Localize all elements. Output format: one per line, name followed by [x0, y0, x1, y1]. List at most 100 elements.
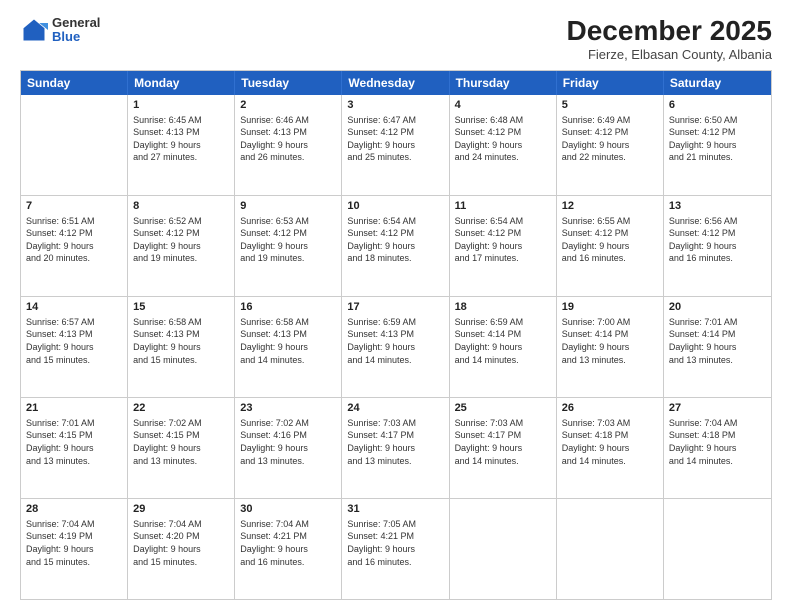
day-number: 1: [133, 98, 229, 113]
calendar-cell: 19Sunrise: 7:00 AM Sunset: 4:14 PM Dayli…: [557, 297, 664, 397]
calendar-cell: 18Sunrise: 6:59 AM Sunset: 4:14 PM Dayli…: [450, 297, 557, 397]
calendar-cell: 17Sunrise: 6:59 AM Sunset: 4:13 PM Dayli…: [342, 297, 449, 397]
calendar-cell: 22Sunrise: 7:02 AM Sunset: 4:15 PM Dayli…: [128, 398, 235, 498]
calendar-cell: 16Sunrise: 6:58 AM Sunset: 4:13 PM Dayli…: [235, 297, 342, 397]
day-info: Sunrise: 6:54 AM Sunset: 4:12 PM Dayligh…: [455, 215, 551, 265]
calendar-cell: 26Sunrise: 7:03 AM Sunset: 4:18 PM Dayli…: [557, 398, 664, 498]
day-info: Sunrise: 7:01 AM Sunset: 4:15 PM Dayligh…: [26, 417, 122, 467]
calendar-row: 1Sunrise: 6:45 AM Sunset: 4:13 PM Daylig…: [21, 95, 771, 196]
day-number: 3: [347, 98, 443, 113]
day-number: 29: [133, 502, 229, 517]
day-number: 31: [347, 502, 443, 517]
calendar-cell: 27Sunrise: 7:04 AM Sunset: 4:18 PM Dayli…: [664, 398, 771, 498]
day-info: Sunrise: 7:02 AM Sunset: 4:16 PM Dayligh…: [240, 417, 336, 467]
logo-icon: [20, 16, 48, 44]
calendar-cell: 20Sunrise: 7:01 AM Sunset: 4:14 PM Dayli…: [664, 297, 771, 397]
calendar-row: 14Sunrise: 6:57 AM Sunset: 4:13 PM Dayli…: [21, 297, 771, 398]
day-info: Sunrise: 7:04 AM Sunset: 4:21 PM Dayligh…: [240, 518, 336, 568]
calendar-cell: 9Sunrise: 6:53 AM Sunset: 4:12 PM Daylig…: [235, 196, 342, 296]
day-info: Sunrise: 6:57 AM Sunset: 4:13 PM Dayligh…: [26, 316, 122, 366]
day-number: 4: [455, 98, 551, 113]
calendar: SundayMondayTuesdayWednesdayThursdayFrid…: [20, 70, 772, 600]
calendar-cell: 10Sunrise: 6:54 AM Sunset: 4:12 PM Dayli…: [342, 196, 449, 296]
calendar-cell: 11Sunrise: 6:54 AM Sunset: 4:12 PM Dayli…: [450, 196, 557, 296]
day-number: 30: [240, 502, 336, 517]
day-info: Sunrise: 6:46 AM Sunset: 4:13 PM Dayligh…: [240, 114, 336, 164]
day-number: 20: [669, 300, 766, 315]
day-info: Sunrise: 6:50 AM Sunset: 4:12 PM Dayligh…: [669, 114, 766, 164]
day-number: 10: [347, 199, 443, 214]
calendar-row: 7Sunrise: 6:51 AM Sunset: 4:12 PM Daylig…: [21, 196, 771, 297]
calendar-cell: 1Sunrise: 6:45 AM Sunset: 4:13 PM Daylig…: [128, 95, 235, 195]
calendar-cell: 30Sunrise: 7:04 AM Sunset: 4:21 PM Dayli…: [235, 499, 342, 599]
calendar-cell: 28Sunrise: 7:04 AM Sunset: 4:19 PM Dayli…: [21, 499, 128, 599]
day-number: 8: [133, 199, 229, 214]
calendar-cell: [450, 499, 557, 599]
logo-text: General Blue: [52, 16, 100, 45]
calendar-row: 28Sunrise: 7:04 AM Sunset: 4:19 PM Dayli…: [21, 499, 771, 599]
calendar-cell: [664, 499, 771, 599]
calendar-header-cell: Friday: [557, 71, 664, 95]
day-number: 16: [240, 300, 336, 315]
calendar-cell: 5Sunrise: 6:49 AM Sunset: 4:12 PM Daylig…: [557, 95, 664, 195]
day-number: 21: [26, 401, 122, 416]
calendar-cell: 4Sunrise: 6:48 AM Sunset: 4:12 PM Daylig…: [450, 95, 557, 195]
day-info: Sunrise: 7:04 AM Sunset: 4:19 PM Dayligh…: [26, 518, 122, 568]
day-number: 18: [455, 300, 551, 315]
calendar-header-cell: Wednesday: [342, 71, 449, 95]
day-info: Sunrise: 7:04 AM Sunset: 4:18 PM Dayligh…: [669, 417, 766, 467]
calendar-cell: 3Sunrise: 6:47 AM Sunset: 4:12 PM Daylig…: [342, 95, 449, 195]
day-info: Sunrise: 6:59 AM Sunset: 4:14 PM Dayligh…: [455, 316, 551, 366]
calendar-cell: 24Sunrise: 7:03 AM Sunset: 4:17 PM Dayli…: [342, 398, 449, 498]
day-number: 22: [133, 401, 229, 416]
calendar-cell: 21Sunrise: 7:01 AM Sunset: 4:15 PM Dayli…: [21, 398, 128, 498]
calendar-header-cell: Tuesday: [235, 71, 342, 95]
calendar-cell: 31Sunrise: 7:05 AM Sunset: 4:21 PM Dayli…: [342, 499, 449, 599]
day-info: Sunrise: 6:45 AM Sunset: 4:13 PM Dayligh…: [133, 114, 229, 164]
calendar-cell: 15Sunrise: 6:58 AM Sunset: 4:13 PM Dayli…: [128, 297, 235, 397]
calendar-cell: 2Sunrise: 6:46 AM Sunset: 4:13 PM Daylig…: [235, 95, 342, 195]
day-info: Sunrise: 6:52 AM Sunset: 4:12 PM Dayligh…: [133, 215, 229, 265]
day-info: Sunrise: 6:47 AM Sunset: 4:12 PM Dayligh…: [347, 114, 443, 164]
day-number: 7: [26, 199, 122, 214]
calendar-cell: 23Sunrise: 7:02 AM Sunset: 4:16 PM Dayli…: [235, 398, 342, 498]
logo: General Blue: [20, 16, 100, 45]
day-number: 9: [240, 199, 336, 214]
day-info: Sunrise: 7:00 AM Sunset: 4:14 PM Dayligh…: [562, 316, 658, 366]
calendar-header-cell: Thursday: [450, 71, 557, 95]
day-info: Sunrise: 6:51 AM Sunset: 4:12 PM Dayligh…: [26, 215, 122, 265]
day-number: 5: [562, 98, 658, 113]
logo-general: General: [52, 16, 100, 30]
day-number: 6: [669, 98, 766, 113]
day-number: 28: [26, 502, 122, 517]
day-number: 25: [455, 401, 551, 416]
day-info: Sunrise: 6:55 AM Sunset: 4:12 PM Dayligh…: [562, 215, 658, 265]
calendar-cell: 14Sunrise: 6:57 AM Sunset: 4:13 PM Dayli…: [21, 297, 128, 397]
day-info: Sunrise: 6:49 AM Sunset: 4:12 PM Dayligh…: [562, 114, 658, 164]
header: General Blue December 2025 Fierze, Elbas…: [20, 16, 772, 62]
calendar-cell: 12Sunrise: 6:55 AM Sunset: 4:12 PM Dayli…: [557, 196, 664, 296]
day-info: Sunrise: 6:58 AM Sunset: 4:13 PM Dayligh…: [133, 316, 229, 366]
day-number: 13: [669, 199, 766, 214]
day-number: 12: [562, 199, 658, 214]
calendar-cell: 29Sunrise: 7:04 AM Sunset: 4:20 PM Dayli…: [128, 499, 235, 599]
calendar-cell: 13Sunrise: 6:56 AM Sunset: 4:12 PM Dayli…: [664, 196, 771, 296]
day-info: Sunrise: 7:03 AM Sunset: 4:17 PM Dayligh…: [347, 417, 443, 467]
day-number: 27: [669, 401, 766, 416]
day-info: Sunrise: 6:59 AM Sunset: 4:13 PM Dayligh…: [347, 316, 443, 366]
calendar-cell: 7Sunrise: 6:51 AM Sunset: 4:12 PM Daylig…: [21, 196, 128, 296]
calendar-cell: [21, 95, 128, 195]
day-info: Sunrise: 6:48 AM Sunset: 4:12 PM Dayligh…: [455, 114, 551, 164]
day-number: 11: [455, 199, 551, 214]
calendar-row: 21Sunrise: 7:01 AM Sunset: 4:15 PM Dayli…: [21, 398, 771, 499]
day-number: 23: [240, 401, 336, 416]
calendar-header: SundayMondayTuesdayWednesdayThursdayFrid…: [21, 71, 771, 95]
calendar-header-cell: Saturday: [664, 71, 771, 95]
day-info: Sunrise: 7:01 AM Sunset: 4:14 PM Dayligh…: [669, 316, 766, 366]
day-number: 26: [562, 401, 658, 416]
day-info: Sunrise: 6:53 AM Sunset: 4:12 PM Dayligh…: [240, 215, 336, 265]
calendar-cell: 25Sunrise: 7:03 AM Sunset: 4:17 PM Dayli…: [450, 398, 557, 498]
day-info: Sunrise: 7:04 AM Sunset: 4:20 PM Dayligh…: [133, 518, 229, 568]
title-block: December 2025 Fierze, Elbasan County, Al…: [567, 16, 772, 62]
day-number: 24: [347, 401, 443, 416]
